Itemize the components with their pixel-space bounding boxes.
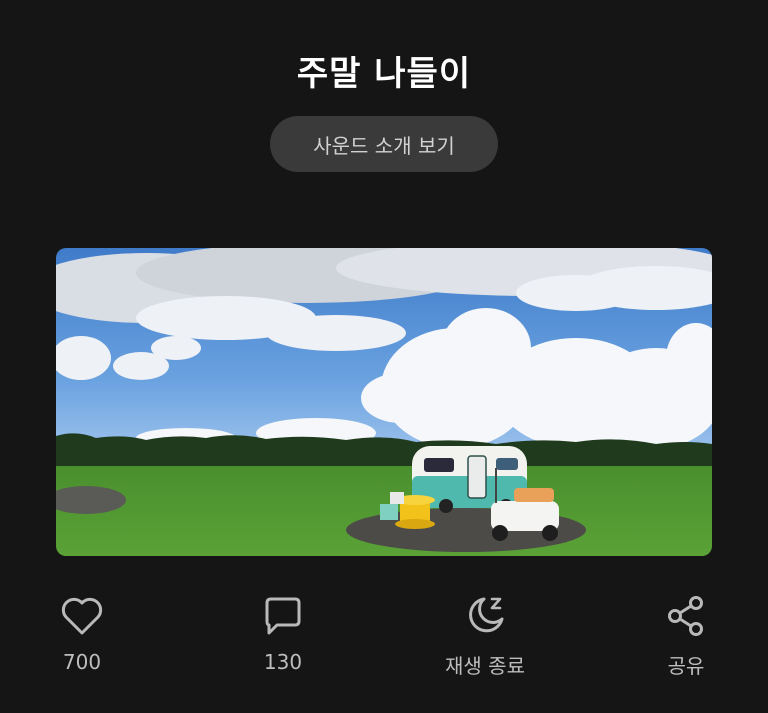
landscape-photo-image — [56, 248, 712, 556]
comment-button[interactable]: 130 — [223, 592, 343, 674]
comment-icon — [259, 592, 307, 640]
share-button[interactable]: 공유 — [626, 592, 746, 679]
sleep-timer-button[interactable]: 재생 종료 — [425, 592, 545, 679]
moon-sleep-icon — [461, 592, 509, 640]
comment-count: 130 — [263, 650, 303, 674]
heart-icon — [58, 592, 106, 640]
share-label: 공유 — [667, 654, 705, 678]
sleep-timer-label: 재생 종료 — [445, 654, 525, 678]
action-bar: 700 130 재생 종료 공유 — [0, 592, 768, 692]
share-icon — [662, 592, 710, 640]
page-title: 주말 나들이 — [296, 54, 472, 94]
like-count: 700 — [62, 650, 102, 674]
sound-intro-button[interactable]: 사운드 소개 보기 — [270, 116, 498, 172]
like-button[interactable]: 700 — [22, 592, 142, 674]
cover-photo — [56, 248, 712, 556]
story-screen: 주말 나들이 사운드 소개 보기 700 130 재생 종료 공유 — [0, 0, 768, 713]
